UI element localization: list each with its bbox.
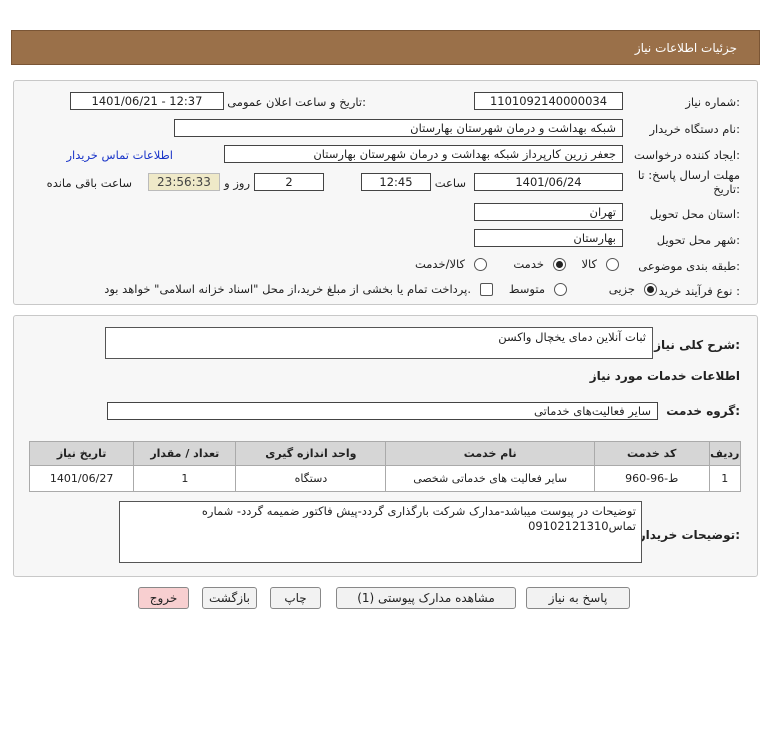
deadline-label-2: تاریخ: <box>713 182 740 196</box>
service-group-field: سایر فعالیت‌های خدماتی <box>107 402 658 420</box>
buyer-notes-field: توضیحات در پیوست میباشد-مدارک شرکت بارگذ… <box>119 501 642 563</box>
process-minor-radio[interactable] <box>644 283 657 296</box>
back-button[interactable]: بازگشت <box>202 587 257 609</box>
summary-field: ثبات آنلاین دمای یخچال واکسن <box>105 327 653 359</box>
service-name-cell: سایر فعالیت های خدماتی شخصی <box>385 465 595 492</box>
col-code-header: کد خدمت <box>593 441 710 466</box>
summary-label: شرح کلی نیاز: <box>654 338 740 352</box>
service-group-label: گروه خدمت: <box>666 404 740 418</box>
need-date-cell: 1401/06/27 <box>28 465 135 492</box>
services-section-title: اطلاعات خدمات مورد نیاز <box>589 369 740 383</box>
row-number-cell: 1 <box>708 465 742 492</box>
deadline-time-label: ساعت <box>434 176 466 190</box>
days-label: روز و <box>224 176 250 190</box>
category-label: طبقه بندی موضوعی: <box>638 259 740 273</box>
category-both-radio[interactable] <box>474 258 487 271</box>
category-service-label: خدمت <box>513 257 544 271</box>
col-name-header: نام خدمت <box>385 441 595 466</box>
table-row: 1 ط-96-960 سایر فعالیت های خدماتی شخصی د… <box>28 465 742 492</box>
city-label: شهر محل تحویل: <box>656 233 740 247</box>
service-code-cell: ط-96-960 <box>593 465 710 492</box>
process-medium-radio[interactable] <box>554 283 567 296</box>
unit-cell: دستگاه <box>235 465 387 492</box>
process-minor-label: جزیی <box>608 282 635 296</box>
province-label: استان محل تحویل: <box>649 207 740 221</box>
deadline-label: مهلت ارسال پاسخ: تا <box>637 168 740 182</box>
category-goods-radio[interactable] <box>606 258 619 271</box>
category-both-label: کالا/خدمت <box>414 257 465 271</box>
deadline-date-field: 1401/06/24 <box>474 173 623 191</box>
announce-date-label: تاریخ و ساعت اعلان عمومی: <box>227 95 366 109</box>
days-remaining-field: 2 <box>254 173 324 191</box>
page-header: جزئیات اطلاعات نیاز <box>11 30 760 65</box>
col-row-header: ردیف <box>708 441 742 466</box>
table-header-row: ردیف کد خدمت نام خدمت واحد اندازه گیری ت… <box>28 441 742 466</box>
quantity-cell: 1 <box>133 465 237 492</box>
buyer-contact-link[interactable]: اطلاعات تماس خریدار <box>66 148 173 162</box>
treasury-checkbox[interactable] <box>480 283 493 296</box>
creator-label: ایجاد کننده درخواست: <box>634 148 740 162</box>
col-date-header: تاریخ نیاز <box>28 441 135 466</box>
process-medium-label: متوسط <box>508 282 545 296</box>
col-unit-header: واحد اندازه گیری <box>235 441 387 466</box>
category-goods-label: کالا <box>581 257 597 271</box>
province-field: تهران <box>474 203 623 221</box>
print-button[interactable]: چاپ <box>270 587 321 609</box>
services-table: ردیف کد خدمت نام خدمت واحد اندازه گیری ت… <box>28 441 742 492</box>
creator-field: جعفر زرین کارپرداز شبکه بهداشت و درمان ش… <box>224 145 623 163</box>
category-service-radio[interactable] <box>553 258 566 271</box>
process-type-label: نوع فرآیند خرید : <box>658 284 740 298</box>
remaining-label: ساعت باقی مانده <box>46 176 132 190</box>
request-info-panel: شماره نیاز: 1101092140000034 تاریخ و ساع… <box>13 80 758 305</box>
city-field: بهارستان <box>474 229 623 247</box>
view-attachments-button[interactable]: مشاهده مدارک پیوستی (1) <box>336 587 516 609</box>
col-qty-header: تعداد / مقدار <box>133 441 237 466</box>
countdown-timer: 23:56:33 <box>148 173 220 191</box>
announce-date-field: 1401/06/21 - 12:37 <box>70 92 224 110</box>
page-title: جزئیات اطلاعات نیاز <box>634 41 737 55</box>
need-number-field: 1101092140000034 <box>474 92 623 110</box>
deadline-time-field: 12:45 <box>361 173 431 191</box>
buyer-org-field: شبکه بهداشت و درمان شهرستان بهارستان <box>174 119 623 137</box>
buyer-notes-label: توضیحات خریدار: <box>638 528 740 542</box>
need-number-label: شماره نیاز: <box>685 95 740 109</box>
buyer-org-label: نام دستگاه خریدار: <box>649 122 740 136</box>
treasury-note: پرداخت تمام یا بخشی از مبلغ خرید،از محل … <box>104 282 471 296</box>
reply-button[interactable]: پاسخ به نیاز <box>526 587 630 609</box>
exit-button[interactable]: خروج <box>138 587 189 609</box>
